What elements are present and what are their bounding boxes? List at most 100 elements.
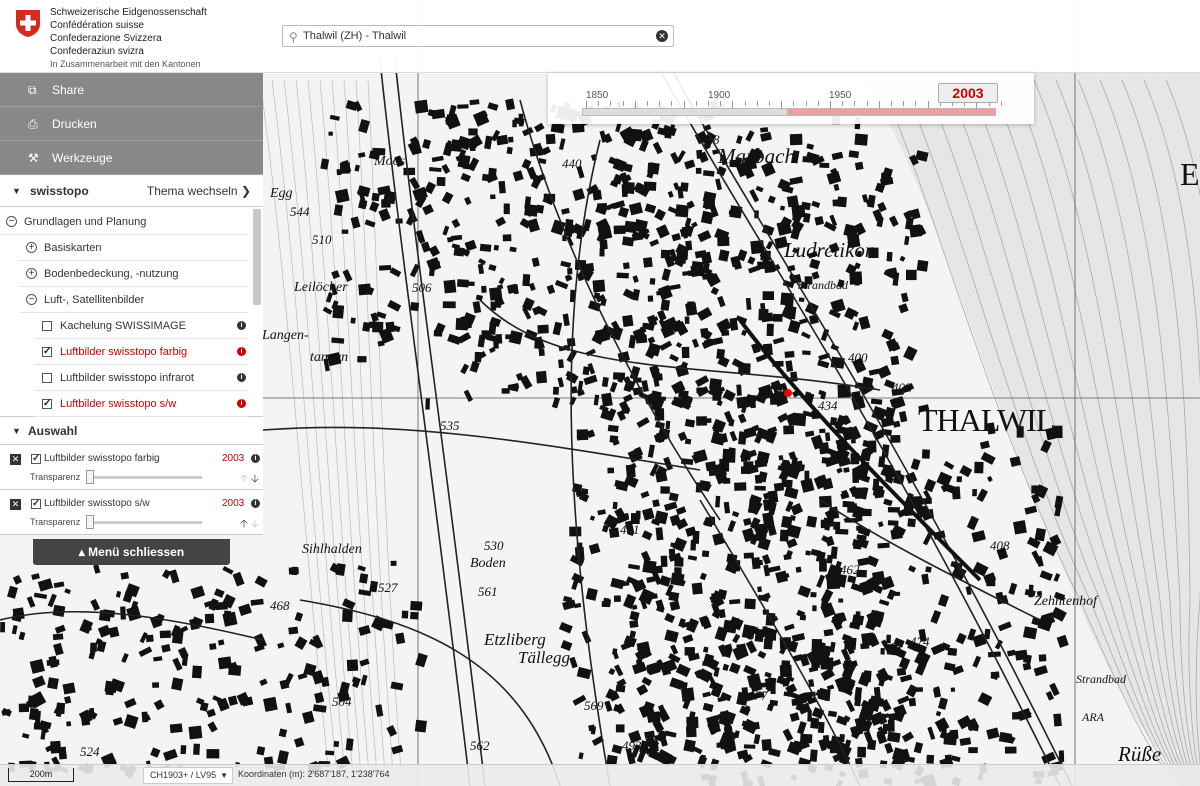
spot-height-label: 408 xyxy=(990,538,1010,553)
map-building xyxy=(357,356,367,363)
map-building xyxy=(817,721,825,734)
selected-layer-year[interactable]: 2003 xyxy=(222,498,244,509)
map-building xyxy=(816,574,826,588)
map-building xyxy=(810,717,820,729)
map-building xyxy=(675,342,683,349)
tree-scrollbar[interactable] xyxy=(253,209,261,305)
caret-down-icon: ▼ xyxy=(12,426,21,436)
map-building xyxy=(925,566,932,573)
map-building xyxy=(971,530,986,543)
print-button[interactable]: ⎙ Drucken xyxy=(0,107,263,141)
tree-group-row[interactable]: + Bodenbedeckung, -nutzung xyxy=(20,261,248,287)
map-building xyxy=(887,520,899,526)
map-building xyxy=(52,633,64,641)
expand-icon[interactable]: + xyxy=(26,242,37,253)
info-icon[interactable]: i xyxy=(237,373,246,382)
info-icon[interactable]: i xyxy=(237,321,246,330)
map-building xyxy=(966,515,979,531)
layer-checkbox[interactable] xyxy=(42,321,52,331)
close-menu-button[interactable]: ▴ Menü schliessen xyxy=(33,539,230,565)
map-building xyxy=(977,692,993,707)
map-building xyxy=(762,498,776,511)
transparency-slider[interactable] xyxy=(86,521,202,524)
info-icon[interactable]: i xyxy=(237,399,246,408)
move-up-icon[interactable]: 🡡 xyxy=(240,470,248,489)
info-icon[interactable]: i xyxy=(251,499,260,508)
map-building xyxy=(642,507,655,521)
map-building xyxy=(947,647,958,656)
map-building xyxy=(32,675,46,689)
map-building xyxy=(836,467,843,474)
map-building xyxy=(180,745,187,755)
theme-switch-link[interactable]: Thema wechseln ❯ xyxy=(147,184,251,198)
layer-checkbox[interactable]: ✓ xyxy=(42,347,52,357)
layer-checkbox[interactable]: ✓ xyxy=(42,399,52,409)
time-slider-track[interactable] xyxy=(582,108,996,116)
tree-group-row[interactable]: − Grundlagen und Planung xyxy=(0,209,248,235)
map-building xyxy=(692,530,700,544)
layer-visibility-checkbox[interactable]: ✓ xyxy=(31,499,41,509)
search-box[interactable]: ⚲ ✕ xyxy=(282,25,674,47)
map-building xyxy=(854,133,868,146)
tree-layer-row[interactable]: i Kachelung SWISSIMAGE xyxy=(34,313,248,339)
selected-layer-label: Luftbilder swisstopo farbig xyxy=(44,453,160,464)
map-place-label: Moos xyxy=(374,154,406,169)
transparency-slider-handle[interactable] xyxy=(86,470,94,484)
map-building xyxy=(830,450,841,461)
map-building xyxy=(120,606,126,620)
layer-checkbox[interactable] xyxy=(42,373,52,383)
tree-layer-row[interactable]: i Luftbilder swisstopo infrarot xyxy=(34,365,248,391)
map-building xyxy=(716,742,724,748)
selection-header[interactable]: ▼ Auswahl xyxy=(0,417,263,445)
transparency-slider-handle[interactable] xyxy=(86,515,94,529)
map-building xyxy=(357,152,366,158)
map-building xyxy=(54,624,66,634)
map-building xyxy=(391,744,404,755)
transparency-slider[interactable] xyxy=(86,476,202,479)
remove-layer-icon[interactable]: ✕ xyxy=(10,499,21,510)
tools-button[interactable]: ⚒ Werkzeuge xyxy=(0,141,263,175)
tree-layer-row[interactable]: ✓ i Luftbilder swisstopo s/w xyxy=(34,391,248,417)
map-building xyxy=(767,195,776,204)
expand-icon[interactable]: + xyxy=(26,268,37,279)
info-icon[interactable]: i xyxy=(237,347,246,356)
time-slider[interactable]: 1850 1900 1950 2003 xyxy=(548,73,1034,124)
selected-layer-year[interactable]: 2003 xyxy=(222,453,244,464)
tree-layer-row[interactable]: ✓ i Luftbilder swisstopo farbig xyxy=(34,339,248,365)
time-slider-handle[interactable]: 2003 xyxy=(938,83,998,103)
tree-group-row[interactable]: − Luft-, Satellitenbilder xyxy=(20,287,248,313)
map-building xyxy=(578,752,584,760)
tree-row-label: Luft-, Satellitenbilder xyxy=(44,294,145,306)
map-building xyxy=(1023,654,1032,664)
map-building xyxy=(723,477,731,484)
share-button[interactable]: ⧉ Share xyxy=(0,73,263,107)
remove-layer-icon[interactable]: ✕ xyxy=(10,454,21,465)
tree-group-row[interactable]: + Basiskarten xyxy=(20,235,248,261)
projection-select[interactable]: CH1903+ / LV95 ▼ xyxy=(143,767,233,784)
map-building xyxy=(256,746,266,756)
map-building xyxy=(508,330,523,345)
map-building xyxy=(896,667,907,676)
map-building xyxy=(161,643,171,653)
info-icon[interactable]: i xyxy=(251,454,260,463)
clear-icon[interactable]: ✕ xyxy=(656,30,668,42)
map-building xyxy=(751,557,761,570)
map-building xyxy=(808,666,819,673)
time-slider-tick xyxy=(610,101,612,106)
search-input[interactable] xyxy=(303,28,643,44)
move-up-icon[interactable]: 🡡 xyxy=(240,515,248,534)
move-down-icon[interactable]: 🡣 xyxy=(251,515,259,534)
map-building xyxy=(743,461,754,473)
map-building xyxy=(18,703,30,713)
map-building xyxy=(866,555,879,568)
layer-visibility-checkbox[interactable]: ✓ xyxy=(31,454,41,464)
move-down-icon[interactable]: 🡣 xyxy=(251,470,259,489)
map-building xyxy=(883,498,893,507)
map-building xyxy=(557,377,565,388)
time-slider-tick xyxy=(781,101,783,109)
map-building xyxy=(658,396,667,401)
collapse-icon[interactable]: − xyxy=(6,216,17,227)
theme-bar[interactable]: ▼ swisstopo Thema wechseln ❯ xyxy=(0,175,263,207)
map-building xyxy=(685,302,698,316)
collapse-icon[interactable]: − xyxy=(26,294,37,305)
